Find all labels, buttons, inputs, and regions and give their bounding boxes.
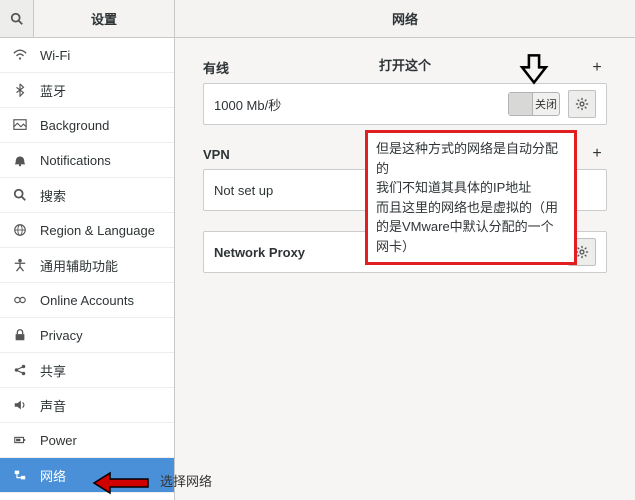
annotation-redbox: 但是这种方式的网络是自动分配的 我们不知道其具体的IP地址 而且这里的网络也是虚…: [365, 130, 577, 265]
bell-icon: [12, 153, 28, 167]
sidebar-item-label: 网络: [40, 466, 66, 485]
redbox-line: 而且这里的网络也是虚拟的（用的是VMware中默认分配的一个网卡）: [376, 198, 566, 257]
content: 有线 + 1000 Mb/秒 关闭 VPN +: [175, 38, 635, 500]
accessibility-icon: [12, 258, 28, 272]
sidebar-item-label: Privacy: [40, 328, 83, 343]
sidebar-item-wifi[interactable]: Wi-Fi: [0, 38, 174, 73]
wired-speed: 1000 Mb/秒: [214, 95, 500, 114]
sidebar-item-label: 蓝牙: [40, 81, 66, 100]
sidebar: 设置 Wi-Fi 蓝牙 Background Notifications 搜索: [0, 0, 175, 500]
wired-panel: 1000 Mb/秒 关闭: [203, 83, 607, 125]
sidebar-item-label: Power: [40, 433, 77, 448]
redbox-line: 我们不知道其具体的IP地址: [376, 178, 566, 198]
sound-icon: [12, 398, 28, 412]
sidebar-item-power[interactable]: Power: [0, 423, 174, 458]
background-icon: [12, 118, 28, 132]
wired-settings-button[interactable]: [568, 90, 596, 118]
network-icon: [12, 468, 28, 482]
sidebar-header: 设置: [0, 0, 174, 38]
gear-icon: [575, 97, 589, 111]
switch-knob: [509, 93, 533, 115]
online-accounts-icon: [12, 293, 28, 307]
sidebar-item-label: Background: [40, 118, 109, 133]
sidebar-item-label: Wi-Fi: [40, 48, 70, 63]
sidebar-item-sharing[interactable]: 共享: [0, 353, 174, 388]
annotation-open-hint: 打开这个: [379, 55, 431, 74]
add-wired-button[interactable]: +: [587, 59, 607, 77]
search-button[interactable]: [0, 0, 34, 37]
sidebar-item-label: Online Accounts: [40, 293, 134, 308]
sidebar-item-background[interactable]: Background: [0, 108, 174, 143]
sidebar-title: 设置: [34, 9, 174, 28]
gear-icon: [575, 245, 589, 259]
arrow-left-icon: [92, 470, 152, 496]
sidebar-item-label: 共享: [40, 361, 66, 380]
sidebar-item-label: Notifications: [40, 153, 111, 168]
sidebar-item-label: 声音: [40, 396, 66, 415]
sidebar-item-online-accounts[interactable]: Online Accounts: [0, 283, 174, 318]
search-icon: [10, 12, 24, 26]
sidebar-item-label: Region & Language: [40, 223, 155, 238]
sidebar-item-sound[interactable]: 声音: [0, 388, 174, 423]
lock-icon: [12, 328, 28, 342]
page-title: 网络: [175, 0, 635, 38]
globe-icon: [12, 223, 28, 237]
sidebar-item-label: 搜索: [40, 186, 66, 205]
arrow-down-icon: [517, 52, 551, 86]
wired-switch[interactable]: 关闭: [508, 92, 560, 116]
wired-row: 1000 Mb/秒 关闭: [204, 84, 606, 124]
sidebar-list: Wi-Fi 蓝牙 Background Notifications 搜索 Reg…: [0, 38, 174, 500]
sidebar-item-privacy[interactable]: Privacy: [0, 318, 174, 353]
wifi-icon: [12, 48, 28, 62]
add-vpn-button[interactable]: +: [587, 145, 607, 163]
sidebar-item-notifications[interactable]: Notifications: [0, 143, 174, 178]
sidebar-item-accessibility[interactable]: 通用辅助功能: [0, 248, 174, 283]
redbox-line: 但是这种方式的网络是自动分配的: [376, 139, 566, 178]
search-icon: [12, 188, 28, 202]
switch-label: 关闭: [533, 96, 559, 112]
power-icon: [12, 433, 28, 447]
sidebar-item-bluetooth[interactable]: 蓝牙: [0, 73, 174, 108]
sidebar-item-label: 通用辅助功能: [40, 256, 118, 275]
share-icon: [12, 363, 28, 377]
sidebar-item-region-language[interactable]: Region & Language: [0, 213, 174, 248]
bluetooth-icon: [12, 83, 28, 97]
annotation-footer-hint: 选择网络: [160, 471, 212, 490]
sidebar-item-search[interactable]: 搜索: [0, 178, 174, 213]
